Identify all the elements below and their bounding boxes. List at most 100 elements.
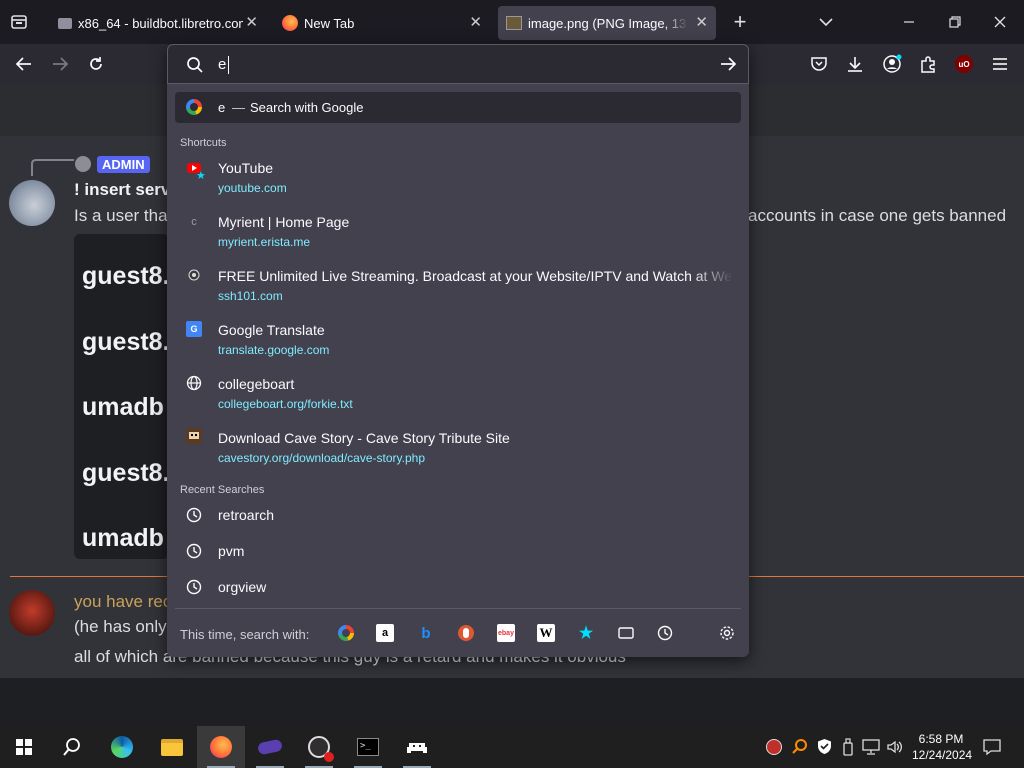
reply-line xyxy=(31,159,74,176)
chevron-down-icon[interactable] xyxy=(816,12,836,32)
usb-drive-icon[interactable] xyxy=(842,738,854,761)
tab-buildbot[interactable]: x86_64 - buildbot.libretro.com ✕ xyxy=(50,6,266,40)
shortcut-row-translate[interactable]: G Google Translate translate.google.com xyxy=(167,316,749,362)
message-author: ! insert serv xyxy=(74,180,171,199)
shortcut-row-cavestory[interactable]: Download Cave Story - Cave Story Tribute… xyxy=(167,424,749,470)
shortcut-url: youtube.com xyxy=(218,181,287,195)
bookmarks-star-icon[interactable]: ★ xyxy=(577,624,595,642)
terminal-icon[interactable]: >_ xyxy=(344,726,392,768)
myrient-icon: c xyxy=(191,216,197,228)
shortcut-url: collegeboart.org/forkie.txt xyxy=(218,397,353,411)
recent-searches-heading: Recent Searches xyxy=(180,484,265,496)
duckduckgo-engine-icon[interactable] xyxy=(457,624,475,642)
bing-engine-icon[interactable]: b xyxy=(417,624,435,642)
message-text-right: accounts in case one gets banned xyxy=(748,206,1007,225)
camera-icon xyxy=(186,267,202,283)
forward-icon[interactable] xyxy=(49,53,71,75)
shortcut-row-ssh101[interactable]: FREE Unlimited Live Streaming. Broadcast… xyxy=(167,262,749,308)
search-with-label: This time, search with: xyxy=(180,627,310,642)
guest-text: guest8. xyxy=(82,328,170,356)
suggestion-query: e xyxy=(218,100,226,115)
shortcut-title: Google Translate xyxy=(218,322,325,338)
search-suggestion-selected[interactable]: e — Search with Google xyxy=(175,92,741,123)
image-thumb-icon xyxy=(506,16,522,30)
cavestory-icon xyxy=(186,428,202,444)
shortcut-row-myrient[interactable]: c Myrient | Home Page myrient.erista.me xyxy=(167,208,749,254)
admin-badge: ADMIN xyxy=(97,156,150,173)
close-window-icon[interactable] xyxy=(990,12,1010,32)
edge-icon[interactable] xyxy=(98,726,146,768)
network-icon[interactable] xyxy=(862,739,880,760)
history-clock-icon[interactable] xyxy=(656,624,674,642)
back-icon[interactable] xyxy=(13,53,35,75)
youtube-icon: ★ xyxy=(186,160,206,182)
tab-list-icon[interactable] xyxy=(10,13,28,36)
wikipedia-engine-icon[interactable]: W xyxy=(537,624,555,642)
shortcut-row-collegeboart[interactable]: collegeboart collegeboart.org/forkie.txt xyxy=(167,370,749,416)
volume-icon[interactable] xyxy=(886,739,904,760)
gear-icon[interactable] xyxy=(718,624,736,642)
tab-new-tab[interactable]: New Tab ✕ xyxy=(274,6,490,40)
address-bar[interactable]: e xyxy=(167,44,749,84)
close-icon[interactable]: ✕ xyxy=(695,15,708,31)
reload-icon[interactable] xyxy=(85,53,107,75)
address-input[interactable]: e xyxy=(218,56,226,73)
shortcut-title: YouTube xyxy=(218,160,274,176)
go-arrow-icon[interactable] xyxy=(719,56,737,77)
shield-icon[interactable] xyxy=(817,738,832,760)
amazon-engine-icon[interactable]: a xyxy=(376,624,394,642)
search-icon xyxy=(186,56,204,79)
shortcut-title: FREE Unlimited Live Streaming. Broadcast… xyxy=(218,268,733,284)
search-icon[interactable] xyxy=(48,726,96,768)
retroarch-icon[interactable] xyxy=(393,726,441,768)
extensions-icon[interactable] xyxy=(917,53,939,75)
clock-icon xyxy=(186,543,202,559)
recent-search-row[interactable]: pvm xyxy=(167,536,749,568)
file-explorer-icon[interactable] xyxy=(148,726,196,768)
recent-search-row[interactable]: orgview xyxy=(167,572,749,604)
shortcut-url: ssh101.com xyxy=(218,289,283,303)
clock-time: 6:58 PM xyxy=(918,732,964,746)
ublock-icon[interactable]: uO xyxy=(953,53,975,75)
minimize-icon[interactable] xyxy=(899,12,919,32)
tab-title: image.png (PNG Image, 1333 × xyxy=(528,15,688,31)
recent-search-row[interactable]: retroarch xyxy=(167,500,749,532)
divider xyxy=(175,608,741,609)
firefox-icon xyxy=(282,15,298,31)
shortcuts-heading: Shortcuts xyxy=(180,137,227,149)
avatar xyxy=(9,590,55,636)
suggestion-action: Search with Google xyxy=(250,100,364,115)
google-engine-icon[interactable] xyxy=(337,624,355,642)
shortcut-url: myrient.erista.me xyxy=(218,235,311,249)
windows-start-icon[interactable] xyxy=(0,726,48,768)
guest-text: umadb xyxy=(82,524,164,552)
tabs-icon[interactable] xyxy=(617,624,635,642)
tray-search-icon[interactable] xyxy=(792,738,808,758)
windows-taskbar: >_ 6:58 PM 12/24/2024 xyxy=(0,726,1024,768)
clock[interactable]: 6:58 PM 12/24/2024 xyxy=(912,731,972,763)
tab-strip: x86_64 - buildbot.libretro.com ✕ New Tab… xyxy=(0,0,1024,44)
tab-title: x86_64 - buildbot.libretro.com xyxy=(78,15,243,31)
notifications-icon[interactable] xyxy=(983,738,1001,761)
shortcut-url: cavestory.org/download/cave-story.php xyxy=(218,451,425,465)
avatar xyxy=(9,180,55,226)
shortcut-title: Download Cave Story - Cave Story Tribute… xyxy=(218,430,510,446)
menu-icon[interactable] xyxy=(989,53,1011,75)
ebay-engine-icon[interactable]: ebay xyxy=(497,624,515,642)
close-icon[interactable]: ✕ xyxy=(245,15,258,31)
close-icon[interactable]: ✕ xyxy=(469,15,482,31)
account-icon[interactable] xyxy=(881,53,903,75)
message-author: you have rec xyxy=(74,592,172,611)
tab-image[interactable]: image.png (PNG Image, 1333 × ✕ xyxy=(498,6,716,40)
restore-icon[interactable] xyxy=(945,12,965,32)
obs-icon[interactable] xyxy=(295,726,343,768)
app-taskbar-icon[interactable] xyxy=(246,726,294,768)
tray-app-icon[interactable] xyxy=(766,739,782,755)
pocket-icon[interactable] xyxy=(808,53,830,75)
shortcut-url: translate.google.com xyxy=(218,343,330,357)
new-tab-icon[interactable]: + xyxy=(730,9,750,34)
download-icon[interactable] xyxy=(844,53,866,75)
urlbar-panel: e e — Search with Google Shortcuts ★ You… xyxy=(167,44,749,657)
shortcut-row-youtube[interactable]: ★ YouTube youtube.com xyxy=(167,154,749,200)
firefox-taskbar-icon[interactable] xyxy=(197,726,245,768)
